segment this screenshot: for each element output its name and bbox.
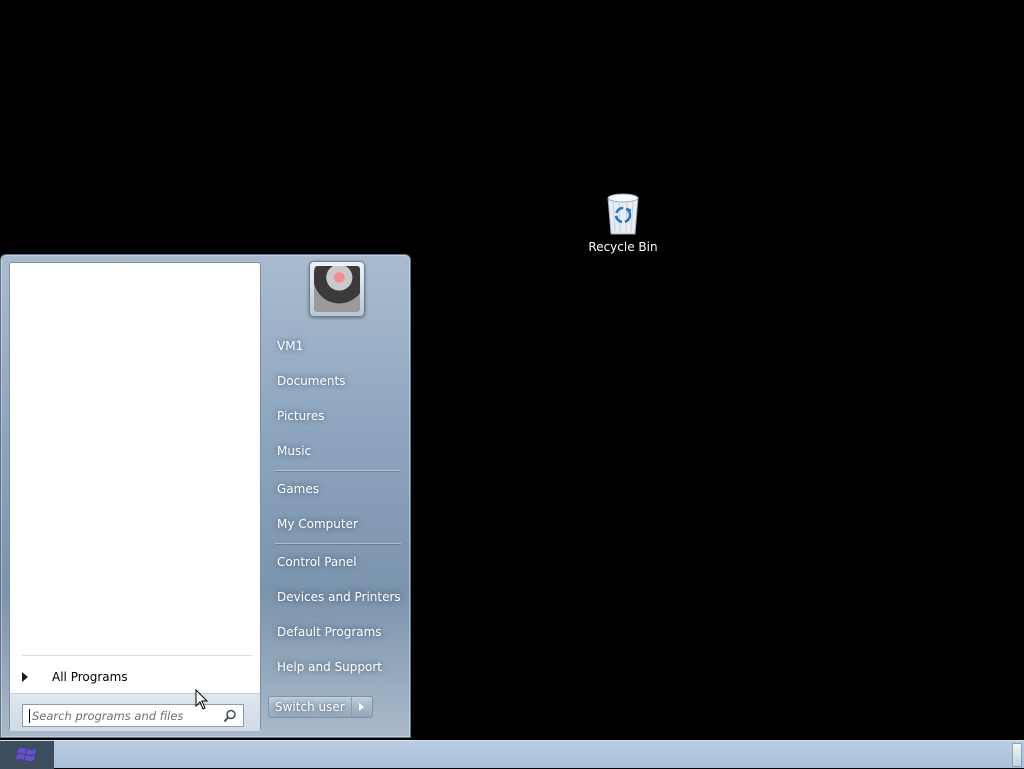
right-separator (275, 470, 401, 471)
link-music[interactable]: Music (267, 437, 403, 465)
link-control-panel[interactable]: Control Panel (267, 548, 403, 576)
start-menu: All Programs VM1 Documents Pictures Musi… (0, 254, 411, 738)
search-area (10, 693, 260, 731)
all-programs-label: All Programs (52, 670, 128, 684)
programs-separator (22, 655, 252, 656)
start-button[interactable] (0, 741, 54, 769)
show-desktop-button[interactable] (1012, 743, 1022, 767)
link-documents[interactable]: Documents (267, 367, 403, 395)
link-games[interactable]: Games (267, 475, 403, 503)
link-vm1[interactable]: VM1 (267, 332, 403, 360)
user-avatar (314, 266, 360, 312)
link-help-and-support[interactable]: Help and Support (267, 653, 403, 681)
desktop-icon-recycle-bin[interactable]: Recycle Bin (586, 190, 660, 254)
windows-logo-icon (16, 748, 36, 761)
all-programs-button[interactable]: All Programs (18, 663, 254, 691)
right-separator (275, 543, 401, 544)
mouse-cursor-icon (195, 688, 209, 711)
recycle-bin-icon (603, 190, 643, 236)
switch-user-arrow-button[interactable] (352, 697, 372, 717)
chevron-right-icon (359, 703, 365, 711)
link-devices-and-printers[interactable]: Devices and Printers (267, 583, 403, 611)
link-pictures[interactable]: Pictures (267, 402, 403, 430)
link-default-programs[interactable]: Default Programs (267, 618, 403, 646)
search-icon[interactable] (223, 709, 237, 723)
switch-user-button[interactable]: Switch user (268, 696, 373, 718)
taskbar (0, 740, 1024, 769)
link-my-computer[interactable]: My Computer (267, 510, 403, 538)
switch-user-label: Switch user (269, 697, 352, 717)
search-box[interactable] (22, 704, 244, 727)
user-picture[interactable] (309, 261, 365, 317)
recycle-bin-label: Recycle Bin (588, 240, 658, 254)
triangle-right-icon (22, 672, 28, 682)
programs-pane: All Programs (9, 262, 261, 731)
search-input[interactable] (29, 708, 219, 723)
